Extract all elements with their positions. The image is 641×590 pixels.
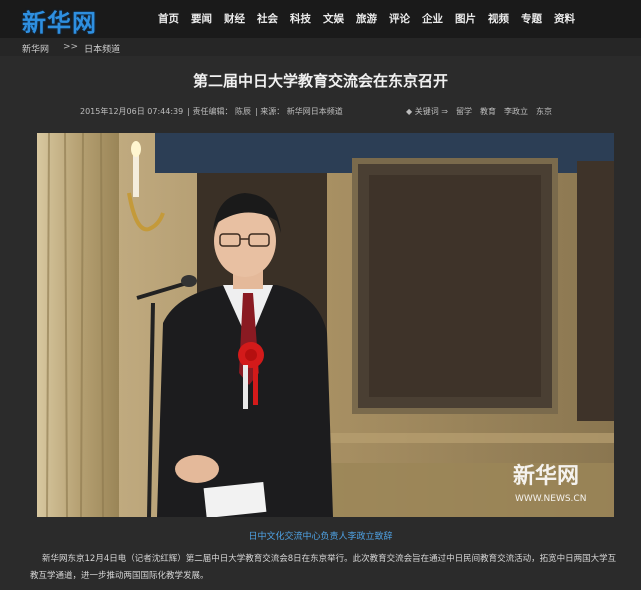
article-datetime: 2015年12月06日 07:44:39 — [80, 107, 184, 116]
watermark-logo: 新华网 — [513, 463, 579, 489]
article-title: 第二届中日大学教育交流会在东京召开 — [192, 72, 448, 90]
nav-item-finance[interactable]: 财经 — [224, 11, 245, 26]
article-editor: | 责任编辑： 陈辰 — [187, 107, 251, 116]
keyword-link[interactable]: 留学 — [456, 106, 472, 117]
nav-item-home[interactable]: 首页 — [158, 11, 179, 26]
nav-item-news[interactable]: 要闻 — [191, 11, 212, 26]
breadcrumb-separator: >> — [63, 42, 79, 52]
keyword-link[interactable]: 李政立 — [504, 106, 528, 117]
keyword-link[interactable]: 教育 — [480, 106, 496, 117]
nav-item-video[interactable]: 视频 — [488, 11, 509, 26]
watermark-url: WWW.NEWS.CN — [515, 494, 586, 504]
article-source: | 来源： 新华网日本频道 — [254, 107, 343, 116]
nav-item-data[interactable]: 资料 — [554, 11, 575, 26]
article-paragraph: 新华网东京12月4日电（记者沈红辉）第二届中日大学教育交流会8日在东京举行。此次… — [30, 554, 617, 581]
main-nav: 首页 要闻 财经 社会 科技 文娱 旅游 评论 企业 图片 视频 专题 资料 — [158, 11, 587, 26]
breadcrumb: 新华网 >> 日本频道 — [22, 42, 120, 55]
nav-item-entertainment[interactable]: 文娱 — [323, 11, 344, 26]
article-meta: 2015年12月06日 07:44:39 | 责任编辑： 陈辰 | 来源： 新华… — [80, 106, 347, 117]
breadcrumb-home[interactable]: 新华网 — [22, 42, 49, 55]
nav-item-pictures[interactable]: 图片 — [455, 11, 476, 26]
keywords-label: ◆ 关键词 ⇒ — [406, 107, 448, 116]
nav-item-topics[interactable]: 专题 — [521, 11, 542, 26]
nav-item-society[interactable]: 社会 — [257, 11, 278, 26]
article-keywords: ◆ 关键词 ⇒ 留学 教育 李政立 东京 — [406, 106, 560, 117]
nav-item-travel[interactable]: 旅游 — [356, 11, 377, 26]
keyword-link[interactable]: 东京 — [536, 106, 552, 117]
nav-item-tech[interactable]: 科技 — [290, 11, 311, 26]
nav-item-business[interactable]: 企业 — [422, 11, 443, 26]
site-logo[interactable]: 新华网 — [22, 3, 97, 38]
article-photo: 新华网 WWW.NEWS.CN — [37, 133, 614, 517]
breadcrumb-section[interactable]: 日本频道 — [84, 42, 120, 55]
photo-caption: 日中文化交流中心负责人李政立致辞 — [248, 532, 393, 542]
nav-item-commentary[interactable]: 评论 — [389, 11, 410, 26]
